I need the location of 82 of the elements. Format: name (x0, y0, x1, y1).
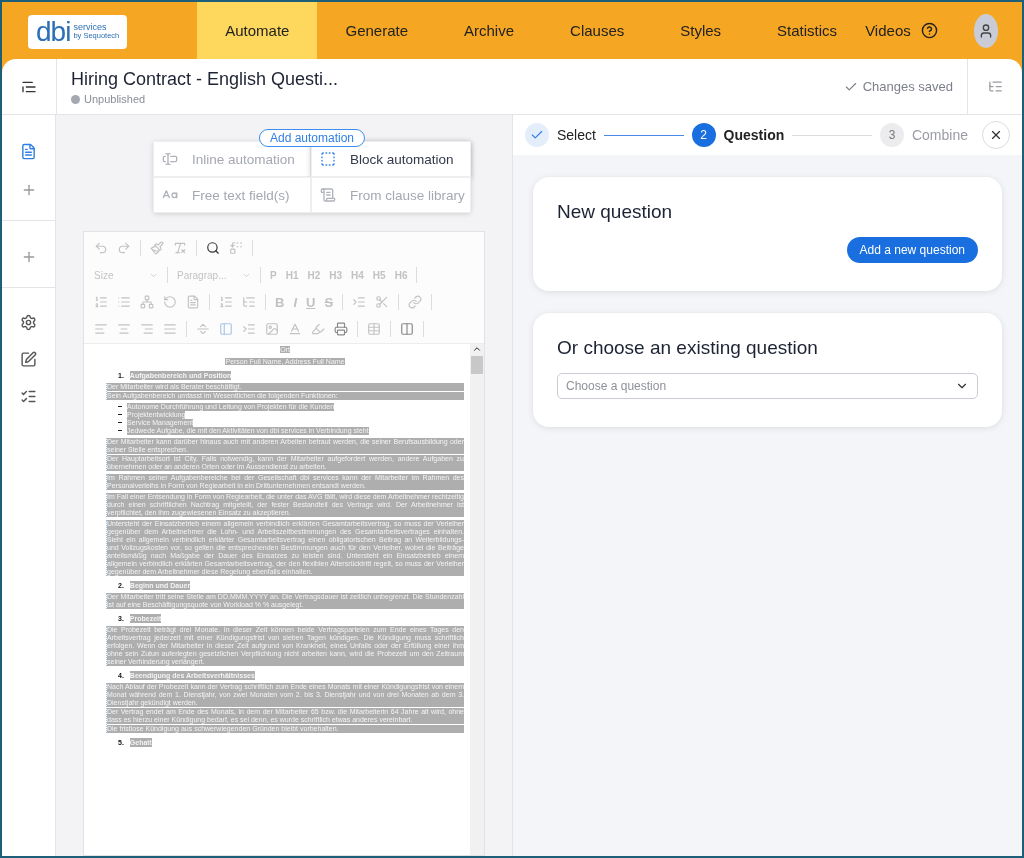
highlight-icon[interactable] (311, 322, 325, 336)
option-icon (162, 151, 178, 167)
edit-icon[interactable] (20, 351, 37, 368)
search-icon[interactable] (206, 241, 220, 255)
replace-icon[interactable] (229, 241, 243, 255)
scroll-thumb[interactable] (471, 356, 483, 374)
card-title: Or choose an existing question (557, 337, 819, 359)
brush-icon[interactable] (150, 241, 164, 255)
format-button[interactable]: I (293, 294, 297, 310)
justify-icon[interactable] (163, 322, 177, 336)
link-icon[interactable] (408, 295, 423, 309)
bullet-list-icon[interactable] (117, 295, 131, 309)
nav-tab[interactable]: Archive (436, 2, 543, 59)
align-center-icon[interactable] (117, 322, 131, 336)
print-icon[interactable] (334, 322, 348, 336)
chevron-up-icon (472, 344, 482, 354)
nav-tab[interactable]: Styles (652, 2, 750, 59)
numbering-icon[interactable] (219, 295, 233, 309)
nav-tab[interactable]: Clauses (542, 2, 653, 59)
step-label[interactable]: Question (723, 127, 785, 143)
heading-button[interactable]: H1 (285, 269, 299, 281)
menu-option[interactable]: Free text field(s) (153, 177, 311, 213)
list-icon[interactable] (20, 388, 37, 405)
redo-icon[interactable] (117, 241, 131, 255)
scrollbar[interactable] (470, 344, 484, 855)
outline-icon[interactable] (987, 79, 1003, 94)
close-icon (989, 128, 1003, 142)
text-color-icon[interactable] (288, 322, 302, 336)
add-question-button[interactable]: Add a new question (846, 237, 978, 263)
saved-status: Changes saved (862, 79, 953, 94)
heading-button[interactable]: H2 (307, 269, 321, 281)
split-icon[interactable] (375, 295, 390, 309)
indent-icon[interactable] (352, 295, 367, 309)
clear-format-icon[interactable] (173, 241, 187, 255)
page-icon[interactable] (186, 295, 200, 309)
columns-icon[interactable] (400, 322, 414, 336)
status-text: Unpublished (84, 93, 146, 105)
align-left-icon[interactable] (94, 322, 108, 336)
heading-button[interactable]: H3 (329, 269, 343, 281)
indent-icon[interactable] (242, 322, 256, 336)
step-label[interactable]: Select (557, 127, 596, 143)
paragraph-dropdown[interactable]: Paragrap... (177, 269, 251, 281)
multilevel-icon[interactable] (242, 295, 256, 309)
heading-button[interactable]: H4 (351, 269, 364, 281)
numbered-list-icon[interactable] (94, 295, 108, 309)
nav-tab[interactable]: Statistics (749, 2, 866, 59)
image-icon[interactable] (265, 322, 279, 336)
format-button[interactable]: U (306, 294, 316, 310)
heading-button[interactable]: H5 (372, 269, 386, 281)
step-label[interactable]: Combine (911, 127, 968, 143)
menu-option[interactable]: Block automation (311, 141, 471, 177)
avatar[interactable] (973, 14, 998, 48)
nav-tab[interactable]: Generate (317, 2, 436, 59)
document-title: Hiring Contract - English Questi... (71, 69, 339, 90)
option-icon (320, 151, 336, 167)
format-button[interactable]: S (324, 294, 334, 310)
menu-option[interactable]: Inline automation (153, 141, 311, 177)
align-right-icon[interactable] (140, 322, 154, 336)
add-automation-button[interactable]: Add automation (258, 129, 366, 147)
nav-tab[interactable]: Automate (197, 2, 318, 59)
status-dot (71, 94, 80, 104)
loop-icon[interactable] (163, 295, 177, 309)
option-icon (320, 187, 336, 203)
undo-icon[interactable] (94, 241, 108, 255)
step-number[interactable]: 3 (879, 123, 904, 147)
table-icon[interactable] (367, 322, 381, 336)
question-select[interactable]: Choose a question (557, 373, 978, 399)
heading-button[interactable]: P (270, 269, 277, 281)
step-number[interactable]: 2 (691, 123, 716, 147)
format-button[interactable]: B (275, 294, 285, 310)
help-icon[interactable] (920, 22, 938, 39)
settings-icon[interactable] (20, 314, 37, 331)
menu-option[interactable]: From clause library (311, 177, 471, 213)
page-break-icon[interactable] (219, 322, 233, 336)
heading-button[interactable]: H6 (394, 269, 408, 281)
check-icon (530, 128, 544, 142)
document-icon[interactable] (20, 143, 37, 160)
card-title: New question (557, 201, 674, 223)
tree-icon[interactable] (140, 295, 154, 309)
separator-icon[interactable] (196, 322, 210, 336)
videos-link[interactable]: Videos (865, 22, 911, 39)
step-done-badge[interactable] (525, 123, 549, 147)
